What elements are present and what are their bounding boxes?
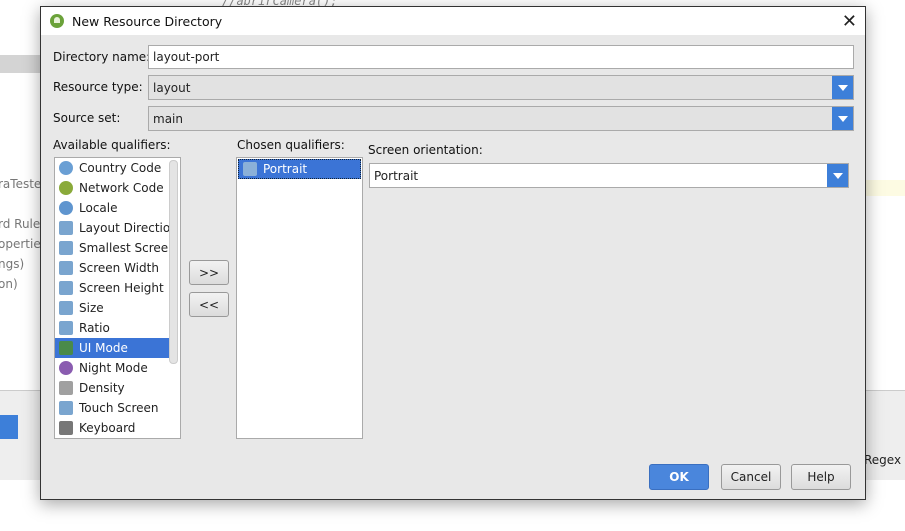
add-qualifier-button[interactable]: >> xyxy=(189,260,229,285)
screen-orientation-value: Portrait xyxy=(374,168,419,183)
list-item[interactable]: Size xyxy=(55,298,169,318)
dialog-title: New Resource Directory xyxy=(72,13,223,29)
ui-mode-icon xyxy=(59,341,73,355)
resource-type-label: Resource type: xyxy=(53,80,143,94)
list-item[interactable]: Keyboard xyxy=(55,418,169,438)
scrollbar[interactable] xyxy=(169,160,178,364)
network-sim-icon xyxy=(59,181,73,195)
ide-dropdown-button[interactable] xyxy=(0,415,18,439)
density-icon xyxy=(59,381,73,395)
list-item[interactable]: Ratio xyxy=(55,318,169,338)
smallest-screen-icon xyxy=(59,241,73,255)
remove-qualifier-button[interactable]: << xyxy=(189,292,229,317)
android-studio-logo-icon xyxy=(50,14,64,28)
size-icon xyxy=(59,301,73,315)
chevron-down-icon[interactable] xyxy=(832,107,853,130)
ide-tree-item: ngs) xyxy=(0,257,25,271)
chosen-qualifiers-list[interactable]: Portrait xyxy=(236,157,363,439)
ide-tree-item: on) xyxy=(0,277,18,291)
source-set-select[interactable]: main xyxy=(148,106,854,131)
source-set-value: main xyxy=(153,111,183,126)
ide-selected-row xyxy=(0,55,40,73)
list-item[interactable]: Touch Screen xyxy=(55,398,169,418)
screen-width-icon xyxy=(59,261,73,275)
ratio-icon xyxy=(59,321,73,335)
night-mode-icon xyxy=(59,361,73,375)
directory-name-label: Directory name: xyxy=(53,50,151,64)
available-qualifiers-label: Available qualifiers: xyxy=(53,138,171,152)
globe-sim-icon xyxy=(59,161,73,175)
ide-highlight xyxy=(866,180,905,196)
screen-height-icon xyxy=(59,281,73,295)
list-item[interactable]: UI Mode xyxy=(55,338,169,358)
list-item[interactable]: Network Code xyxy=(55,178,169,198)
list-item[interactable]: Density xyxy=(55,378,169,398)
available-qualifiers-list[interactable]: Country Code Network Code Locale Layout Dir… xyxy=(54,157,181,439)
directory-name-input[interactable]: layout-port xyxy=(148,45,854,69)
resource-type-value: layout xyxy=(153,80,191,95)
touch-screen-icon xyxy=(59,401,73,415)
list-item[interactable]: Layout Direction xyxy=(55,218,169,238)
globe-icon xyxy=(59,201,73,215)
list-item[interactable]: Screen Width xyxy=(55,258,169,278)
cancel-button[interactable]: Cancel xyxy=(721,464,781,490)
list-item[interactable]: Screen Height xyxy=(55,278,169,298)
list-item[interactable]: Locale xyxy=(55,198,169,218)
list-item[interactable]: Portrait xyxy=(238,159,361,179)
title-bar: New Resource Directory ✕ xyxy=(41,7,865,35)
regex-label[interactable]: Regex xyxy=(864,453,901,467)
screen-orientation-select[interactable]: Portrait xyxy=(369,163,849,188)
keyboard-icon xyxy=(59,421,73,435)
help-button[interactable]: Help xyxy=(791,464,851,490)
chevron-down-icon[interactable] xyxy=(832,76,853,99)
list-item[interactable]: Night Mode xyxy=(55,358,169,378)
orientation-icon xyxy=(243,162,257,176)
source-set-label: Source set: xyxy=(53,111,121,125)
close-icon[interactable]: ✕ xyxy=(842,11,857,32)
screen-orientation-label: Screen orientation: xyxy=(368,143,483,157)
chosen-qualifiers-label: Chosen qualifiers: xyxy=(237,138,345,152)
ok-button[interactable]: OK xyxy=(649,464,709,490)
new-resource-directory-dialog: New Resource Directory ✕ Directory name:… xyxy=(40,6,866,500)
chevron-down-icon[interactable] xyxy=(827,164,848,187)
list-item[interactable]: Country Code xyxy=(55,158,169,178)
list-item[interactable]: Smallest Screen W xyxy=(55,238,169,258)
layout-direction-icon xyxy=(59,221,73,235)
resource-type-select[interactable]: layout xyxy=(148,75,854,100)
